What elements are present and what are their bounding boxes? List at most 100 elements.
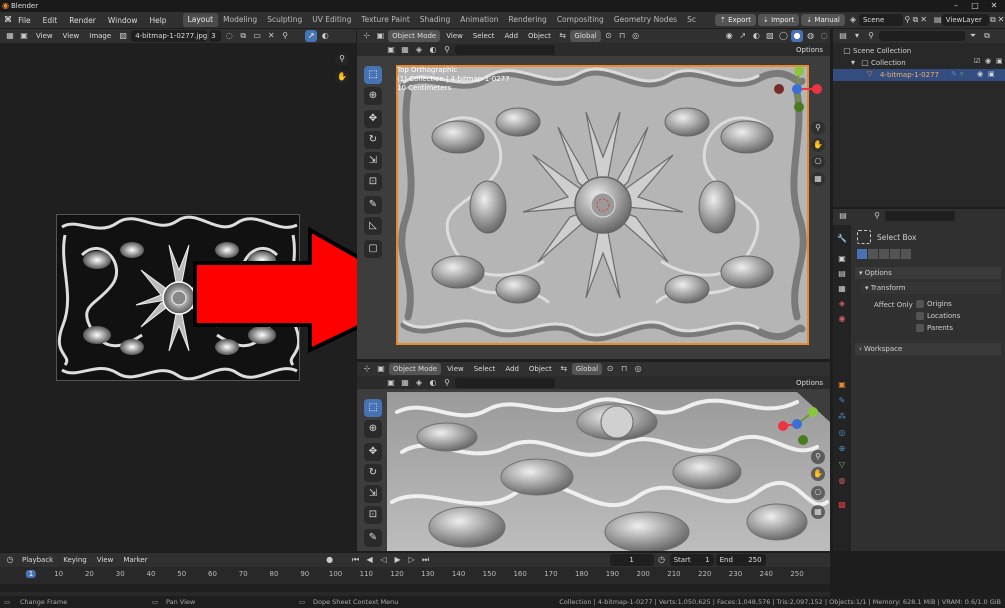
tab-layout[interactable]: Layout [182,13,219,27]
view-menu[interactable]: View [442,30,467,42]
mode-invert-icon[interactable] [890,249,900,259]
delete-viewlayer-icon[interactable]: ✕ [997,14,1005,26]
gizmo-toggle-icon[interactable]: ↗ [305,30,318,42]
locations-checkbox[interactable]: Locations [916,312,960,320]
tool-tab-icon[interactable]: 🔧 [836,233,848,245]
gizmo-toggle-icon[interactable]: ↗ [737,30,749,42]
new-image-icon[interactable]: ⧉ [237,30,249,42]
jump-start-icon[interactable]: ⏮ [350,554,362,566]
transform-orientation-dropdown[interactable]: Global [570,30,601,42]
close-button[interactable]: ✕ [985,0,1003,12]
pan-hand-icon[interactable]: ✋ [811,138,825,152]
tab-sc[interactable]: Sc [682,13,701,27]
search-icon[interactable]: ⚲ [871,210,883,222]
tab-compositing[interactable]: Compositing [552,13,609,27]
options-dropdown[interactable]: Options [792,377,827,389]
transform-tool[interactable]: ⊡ [364,173,382,191]
timeline[interactable]: ◷ Playback Keying View Marker ● ⏮ ◀ ◁ ▶ … [0,553,830,596]
add-menu[interactable]: Add [500,30,522,42]
proportional-edit-icon[interactable]: ◎ [630,30,642,42]
view-menu[interactable]: View [59,30,84,42]
ortho-grid-icon[interactable]: ▦ [811,172,825,186]
keying-menu[interactable]: Keying [59,554,91,566]
physics-tab-icon[interactable]: ◎ [836,427,848,439]
timeline-ruler[interactable]: 1 10 20 30 40 50 60 70 80 90 100 110 120 130 140 150 160… [0,570,830,582]
tab-texture-paint[interactable]: Texture Paint [356,13,414,27]
image-users[interactable]: 3 [209,30,222,42]
editor-type-icon[interactable]: ▤ [837,210,849,222]
pin-icon[interactable]: ⚲ [279,30,291,42]
world-icon[interactable]: ◐ [427,44,439,56]
tab-rendering[interactable]: Rendering [504,13,552,27]
rotate-tool[interactable]: ↻ [364,464,382,482]
select-menu[interactable]: Select [470,363,500,375]
tab-geometry-nodes[interactable]: Geometry Nodes [609,13,682,27]
outliner-object-row[interactable]: ▽ 4-bitmap-1-0277 ✎ ▿ ◉ ▣ [833,69,1005,81]
cursor-tool[interactable]: ⊕ [364,87,382,105]
transform-tool[interactable]: ⊡ [364,506,382,524]
view-mode-icon[interactable]: ▣ [18,30,30,42]
add-menu[interactable]: Add [501,363,523,375]
properties-editor[interactable]: ▤ ⚲ 🔧 ▣ ▤ ▦ ◈ ◉ ▣ ✎ ⁂ ◎ ⊕ ▽ ◍ ▩ Select B… [833,209,1005,551]
camera-icon[interactable]: ⎔ [811,155,825,169]
render-tab-icon[interactable]: ▣ [836,253,848,265]
editor-type-icon[interactable]: ⊹ [361,30,373,42]
mode-dropdown[interactable]: Object Mode [388,30,441,42]
annotate-tool[interactable]: ✎ [364,529,382,547]
image-name-field[interactable]: 4-bitmap-1-0277.jpg [131,30,207,42]
pivot-icon[interactable]: ⊙ [604,363,616,375]
blender-menu-icon[interactable]: ⌘ [4,14,12,26]
eye-icon[interactable]: ◉ [985,57,991,65]
snap-icon[interactable]: ⊓ [618,363,630,375]
transform-orientation-dropdown[interactable]: Global [571,363,603,375]
playback-menu[interactable]: Playback [18,554,57,566]
delete-scene-icon[interactable]: ✕ [920,14,928,26]
move-tool[interactable]: ✥ [364,110,382,128]
menu-file[interactable]: File [12,16,37,25]
filter-icon[interactable]: ⏷ [967,30,979,42]
origins-checkbox[interactable]: Origins [916,300,952,308]
scale-tool[interactable]: ⇲ [364,485,382,503]
material-icon[interactable]: ◈ [413,44,425,56]
world-tab-icon[interactable]: ◉ [836,313,848,325]
view-dropdown[interactable]: View [32,30,57,42]
checkbox-icon[interactable]: ☑ [974,57,980,65]
mode-extend-icon[interactable] [868,249,878,259]
editor-type-icon[interactable]: ⊹ [361,363,373,375]
constraints-tab-icon[interactable]: ⊕ [836,443,848,455]
snap-icon[interactable]: ⊓ [616,30,628,42]
search-icon[interactable]: ⚲ [441,44,453,56]
proportional-edit-icon[interactable]: ◎ [632,363,644,375]
marker-menu[interactable]: Marker [119,554,151,566]
play-icon[interactable]: ▶ [392,554,404,566]
viewport-search[interactable] [455,44,555,55]
zoom-icon[interactable]: ⚲ [811,121,825,135]
visibility-icon[interactable]: ◉ [723,30,735,42]
data-tab-icon[interactable]: ▽ [836,459,848,471]
tab-sculpting[interactable]: Sculpting [262,13,307,27]
menu-help[interactable]: Help [143,16,172,25]
camera-icon[interactable]: ▣ [988,70,995,78]
select-menu[interactable]: Select [469,30,499,42]
select-mode-icon[interactable]: ▣ [385,377,397,389]
end-frame-field[interactable]: End 250 [715,554,766,566]
minimize-button[interactable]: – [947,0,965,12]
play-reverse-icon[interactable]: ◁ [378,554,390,566]
annotate-tool[interactable]: ✎ [364,196,382,214]
workspace-panel-header[interactable]: › Workspace [855,343,1001,355]
transform-subpanel-header[interactable]: ▾ Transform [861,282,1001,294]
outliner[interactable]: ▤ ▾ ⚲ ⏷ ⧉ ▢ Scene Collection ▾ ▢ Collection… [833,29,1005,207]
mode-subtract-icon[interactable] [879,249,889,259]
editor-type-icon[interactable]: ▦ [4,30,16,42]
object-menu[interactable]: Object [525,363,556,375]
image-menu[interactable]: Image [85,30,115,42]
manual-button[interactable]: ⇣ Manual [801,14,845,26]
parents-checkbox[interactable]: Parents [916,324,953,332]
navigation-gizmo[interactable] [769,400,825,452]
texture-tab-icon[interactable]: ▩ [836,499,848,511]
search-icon[interactable]: ⚲ [865,30,877,42]
unlink-image-icon[interactable]: ✕ [265,30,277,42]
menu-render[interactable]: Render [63,16,102,25]
next-key-icon[interactable]: ▷ [406,554,418,566]
new-collection-icon[interactable]: ⧉ [981,30,993,42]
